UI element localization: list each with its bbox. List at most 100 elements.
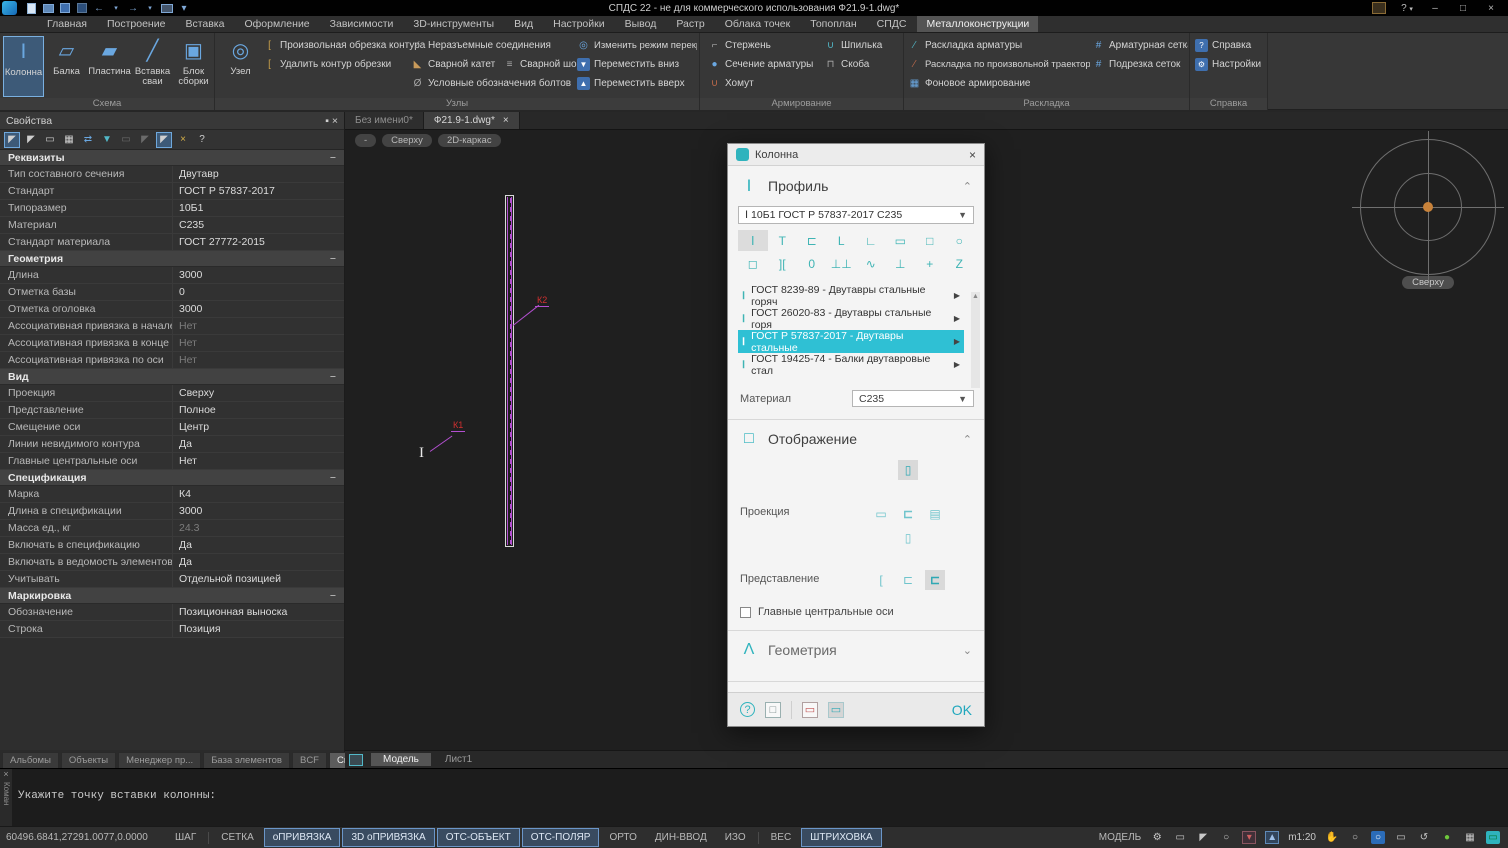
monitor-icon[interactable]: ▭ [1486, 831, 1500, 844]
tab-list1[interactable]: Лист1 [433, 753, 484, 766]
projection-right-button[interactable]: ▤ [925, 504, 945, 524]
dialog-close-icon[interactable]: × [969, 148, 976, 162]
select-cursor-disabled-icon[interactable]: ◤ [137, 132, 153, 148]
background-reinforcement-button[interactable]: ▦ Фоновое армирование [908, 75, 1058, 92]
shape-tee[interactable]: T [768, 230, 798, 251]
move-down-button[interactable]: ▼ Переместить вниз [577, 56, 697, 73]
save-icon[interactable] [59, 3, 71, 14]
redo-caret-icon[interactable]: ▾ [144, 3, 156, 14]
collapse-icon[interactable]: − [330, 472, 336, 484]
expand-arrow-icon[interactable]: ▶ [954, 360, 960, 369]
layout-trajectory-button[interactable]: ⁄ Раскладка по произвольной траектории [908, 56, 1090, 73]
toggle-shag[interactable]: ШАГ [167, 829, 204, 846]
undo-icon[interactable]: ← [93, 3, 105, 14]
tab-spds[interactable]: СПДС [868, 16, 916, 32]
collapse-icon[interactable]: − [330, 371, 336, 383]
shape-double-angle[interactable]: ⊥⊥ [827, 253, 857, 274]
command-panel-tab[interactable]: × Коман [0, 769, 12, 826]
toggle-3d-oprivyazka[interactable]: 3D оПРИВЯЗКА [342, 828, 435, 847]
tab-menedzher[interactable]: Менеджер пр... [118, 752, 202, 768]
representation-full-button[interactable]: ⊏ [925, 570, 945, 590]
profile-dropdown[interactable]: Ⅰ 10Б1 ГОСТ Р 57837-2017 С235 ▼ [738, 206, 974, 224]
central-axes-checkbox[interactable] [740, 606, 751, 618]
bolt-symbols-button[interactable]: Ø Условные обозначения болтов [411, 75, 581, 92]
toggle-ves[interactable]: ВЕС [763, 829, 800, 846]
shape-channel[interactable]: ⊏ [797, 230, 827, 251]
tracking-toggle-icon[interactable]: ▲ [1265, 831, 1280, 844]
representation-simple-button[interactable]: [ [871, 570, 891, 590]
visual-style-button[interactable]: 2D-каркас [437, 134, 501, 147]
view-compass[interactable] [1352, 131, 1504, 283]
command-history[interactable]: Укажите точку вставки колонны: Укажите к… [18, 769, 223, 826]
projection-bottom-button[interactable]: ▯ [898, 528, 918, 548]
rebar-mesh-button[interactable]: # Арматурная сетка [1092, 37, 1188, 54]
tab-glavnaya[interactable]: Главная [38, 16, 96, 32]
notes-icon[interactable]: ▭ [1173, 831, 1187, 844]
bulb-cursor-icon[interactable]: ◤ [1196, 831, 1210, 844]
tab-vid[interactable]: Вид [505, 16, 542, 32]
clamp-button[interactable]: ⊓ Скоба [824, 56, 894, 73]
gost-item[interactable]: Ⅰ ГОСТ 26020-83 - Двутавры стальные горя… [738, 307, 964, 331]
section-spetsifikatsiya[interactable]: Спецификация − [0, 470, 344, 486]
tab-model[interactable]: Модель [371, 753, 431, 766]
display-section-header[interactable]: □ Отображение ⌃ [728, 420, 984, 458]
assembly-block-button[interactable]: ▣ Блок сборки [173, 36, 214, 97]
tab-rastr[interactable]: Растр [667, 16, 713, 32]
permanent-joints-button[interactable]: ⁄ Неразъемные соединения [411, 37, 571, 54]
multi-insert-icon[interactable]: ▭ [828, 701, 844, 718]
orbit-icon[interactable]: ↺ [1417, 831, 1431, 844]
tab-obekty[interactable]: Объекты [60, 752, 117, 768]
workspace-icon[interactable]: ⚙ [1150, 831, 1164, 844]
select-icon[interactable]: ◤ [23, 132, 39, 148]
rebar-layout-button[interactable]: ⁄ Раскладка арматуры [908, 37, 1090, 54]
print-icon[interactable] [161, 3, 173, 14]
close-doc-icon[interactable]: × [503, 115, 509, 126]
beam-tool-button[interactable]: ▱ Балка [46, 36, 87, 97]
tab-baza-elementov[interactable]: База элементов [203, 752, 290, 768]
help-button[interactable]: ? Справка [1195, 37, 1265, 54]
expand-arrow-icon[interactable]: ▶ [954, 337, 960, 346]
app-logo-icon[interactable] [2, 1, 17, 15]
close-button[interactable]: × [1484, 3, 1498, 14]
change-overlap-mode-button[interactable]: ◎ Изменить режим перекрытия [577, 37, 697, 54]
open-file-icon[interactable] [42, 3, 54, 14]
clear-selection-icon[interactable]: × [175, 132, 191, 148]
maximize-button[interactable]: □ [1456, 3, 1470, 14]
toggle-shtrihovka[interactable]: ШТРИХОВКА [801, 828, 882, 847]
autosnap-marker-icon[interactable]: ▾ [1242, 831, 1257, 844]
tab-zavisimosti[interactable]: Зависимости [321, 16, 403, 32]
geometry-section-header[interactable]: Λ Геометрия ⌄ [728, 631, 984, 669]
collapse-chevron-icon[interactable]: ⌃ [963, 180, 972, 193]
rod-button[interactable]: ⌐ Стержень [708, 37, 813, 54]
mirror-insert-icon[interactable]: ▭ [802, 701, 818, 718]
list-scrollbar[interactable]: ▲ [971, 292, 980, 388]
swap-selection-icon[interactable]: ⇄ [80, 132, 96, 148]
status-ok-icon[interactable]: ● [1440, 831, 1454, 844]
minimize-button[interactable]: – [1428, 3, 1442, 14]
selection-filter-icon[interactable]: ▼ [99, 132, 115, 148]
shape-round-tube[interactable]: ○ [945, 230, 975, 251]
weld-leg-button[interactable]: ◣ Сварной катет [411, 56, 503, 73]
shape-box[interactable]: ◻ [738, 253, 768, 274]
viewport-menu-button[interactable]: - [355, 134, 377, 147]
tab-vyvod[interactable]: Вывод [616, 16, 666, 32]
toggle-setka[interactable]: СЕТКА [213, 829, 262, 846]
tab-oblaka-tochek[interactable]: Облака точек [716, 16, 799, 32]
select-similar-icon[interactable]: ▭ [118, 132, 134, 148]
bulb-icon[interactable]: ○ [1219, 831, 1233, 844]
sheets-icon[interactable]: ▦ [1463, 831, 1477, 844]
quick-select-icon[interactable]: ◤ [156, 131, 172, 148]
new-file-icon[interactable] [25, 2, 37, 14]
column-tool-button[interactable]: Ⅰ Колонна [3, 36, 44, 97]
move-up-button[interactable]: ▲ Переместить вверх [577, 75, 697, 92]
pin-panel-icon[interactable]: ▪ [325, 115, 329, 127]
projection-top-button[interactable]: ▯ [898, 460, 918, 480]
mesh-trim-button[interactable]: # Подрезка сеток [1092, 56, 1188, 73]
close-command-icon[interactable]: × [0, 769, 12, 779]
shape-angle[interactable]: L [827, 230, 857, 251]
scale-indicator[interactable]: m1:20 [1288, 832, 1316, 843]
node-tool-button[interactable]: ◎ Узел [220, 36, 261, 97]
tab-albomy[interactable]: Альбомы [2, 752, 59, 768]
view-direction-button[interactable]: Сверху [382, 134, 432, 147]
toggle-din-vvod[interactable]: ДИН-ВВОД [647, 829, 715, 846]
